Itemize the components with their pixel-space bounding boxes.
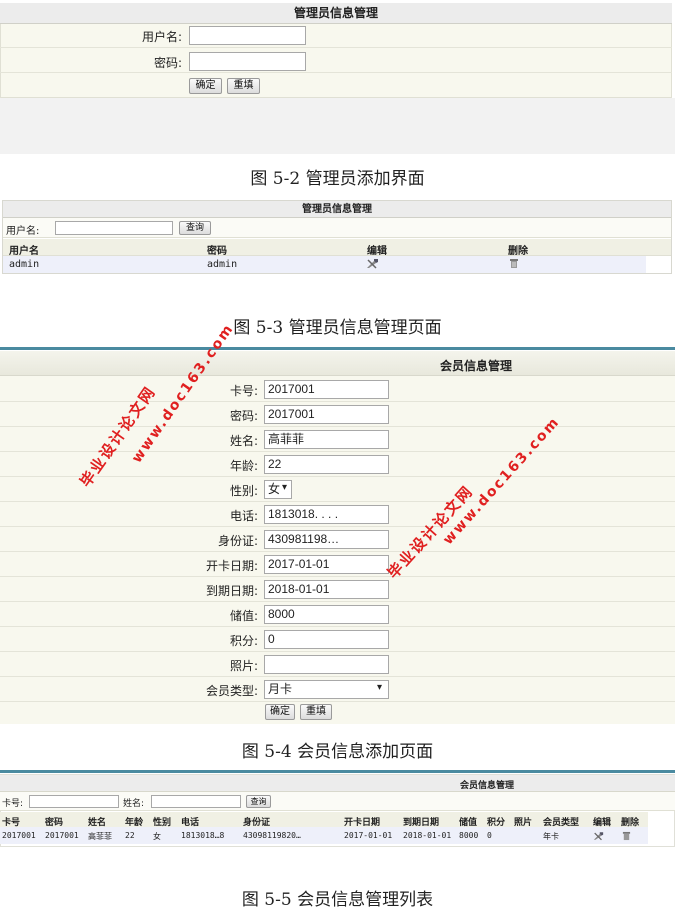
member-trash-icon[interactable] — [622, 830, 631, 844]
member-type-label: 会员类型: — [205, 684, 258, 698]
form-row-divider — [0, 701, 675, 702]
member-search-button[interactable]: 查询 — [246, 795, 271, 808]
cell-id-card: 43098119820… — [243, 831, 301, 840]
figure-caption-5-3: 图 5-3 管理员信息管理页面 — [233, 318, 442, 338]
points-input[interactable]: 0 — [264, 630, 389, 649]
cell-points: 0 — [487, 831, 492, 840]
id-card-input[interactable]: 430981198… — [264, 530, 389, 549]
admin-add-header: 管理员信息管理 — [0, 3, 672, 24]
figure-caption-5-2: 图 5-2 管理员添加界面 — [250, 169, 425, 189]
photo-input[interactable] — [264, 655, 389, 674]
cell-expire-date: 2018-01-01 — [403, 831, 452, 840]
cell-age: 22 — [125, 831, 135, 840]
expire-date-input[interactable]: 2018-01-01 — [264, 580, 389, 599]
col-edit: 编辑 — [367, 246, 387, 257]
dropdown-arrow-icon[interactable]: ▾ — [377, 682, 382, 693]
gender-label: 性别: — [229, 484, 258, 498]
table-row — [3, 256, 646, 273]
search-username-label: 用户名: — [6, 226, 40, 237]
search-username-input[interactable] — [55, 221, 173, 235]
age-input[interactable]: 22 — [264, 455, 389, 474]
search-name-input[interactable] — [151, 795, 241, 808]
col-username: 用户名 — [9, 246, 39, 257]
password-input[interactable]: 2017001 — [264, 405, 389, 424]
edit-icon[interactable] — [366, 258, 379, 272]
cell-card-no: 2017001 — [2, 831, 36, 840]
form-row-divider — [0, 626, 675, 627]
col-delete: 删除 — [508, 246, 528, 257]
figure-caption-5-4: 图 5-4 会员信息添加页面 — [241, 742, 434, 762]
cell-gender: 女 — [153, 832, 161, 841]
open-date-input[interactable]: 2017-01-01 — [264, 555, 389, 574]
teal-rule-list — [0, 770, 675, 773]
points-label: 积分: — [229, 634, 258, 648]
expire-date-label: 到期日期: — [205, 584, 258, 598]
form-row-divider — [0, 601, 675, 602]
member-add-header-bar — [0, 351, 675, 376]
form-row-divider — [0, 526, 675, 527]
form-row-divider — [0, 401, 675, 402]
member-reset-button[interactable]: 重填 — [300, 704, 332, 720]
figure-caption-5-5: 图 5-5 会员信息管理列表 — [241, 890, 434, 910]
cell-open-date: 2017-01-01 — [344, 831, 393, 840]
form-row-divider — [0, 426, 675, 427]
dropdown-arrow-icon[interactable]: ▾ — [282, 482, 287, 493]
age-label: 年龄: — [229, 459, 258, 473]
cell-balance: 8000 — [459, 831, 479, 840]
search-button[interactable]: 查询 — [179, 221, 211, 235]
id-card-label: 身份证: — [217, 534, 258, 548]
cell-password: 2017001 — [45, 831, 79, 840]
member-add-header: 会员信息管理 — [440, 359, 513, 373]
search-name-label: 姓名: — [123, 799, 145, 809]
gender-select[interactable]: 女 — [264, 480, 292, 499]
member-confirm-button[interactable]: 确定 — [265, 704, 295, 720]
search-card-label: 卡号: — [2, 799, 24, 809]
open-date-label: 开卡日期: — [205, 559, 258, 573]
cell-phone: 1813018…8 — [181, 831, 225, 840]
phone-input[interactable]: 1813018. . . . — [264, 505, 389, 524]
username-input[interactable] — [189, 26, 306, 45]
row-password: admin — [207, 259, 238, 270]
form-row-divider — [0, 576, 675, 577]
photo-label: 照片: — [229, 659, 258, 673]
member-type-select[interactable]: 月卡 — [264, 680, 389, 699]
phone-label: 电话: — [229, 509, 258, 523]
search-card-input[interactable] — [29, 795, 119, 808]
admin-table-header — [3, 239, 671, 256]
username-label: 用户名: — [141, 30, 182, 44]
member-list-header-bar — [0, 775, 675, 792]
admin-list-header: 管理员信息管理 — [3, 201, 671, 218]
teal-rule-top — [0, 347, 675, 350]
form-row-divider — [0, 651, 675, 652]
balance-input[interactable]: 8000 — [264, 605, 389, 624]
row-username: admin — [9, 259, 40, 270]
trash-icon[interactable] — [509, 258, 519, 272]
reset-button[interactable]: 重填 — [227, 78, 260, 94]
col-password: 密码 — [207, 246, 227, 257]
name-input[interactable]: 高菲菲 — [264, 430, 389, 449]
admin-add-blank-area — [0, 98, 675, 154]
password-label: 密码: — [153, 56, 182, 70]
form-row-divider — [0, 551, 675, 552]
form-row-divider — [0, 676, 675, 677]
password-input[interactable] — [189, 52, 306, 71]
confirm-button[interactable]: 确定 — [189, 78, 222, 94]
member-edit-icon[interactable] — [593, 830, 604, 844]
balance-label: 储值: — [229, 609, 258, 623]
member-list-header: 会员信息管理 — [460, 781, 515, 791]
form-row-divider — [0, 501, 675, 502]
cell-member-type: 年卡 — [543, 832, 559, 841]
cell-name: 高菲菲 — [88, 832, 112, 841]
card-no-input[interactable]: 2017001 — [264, 380, 389, 399]
